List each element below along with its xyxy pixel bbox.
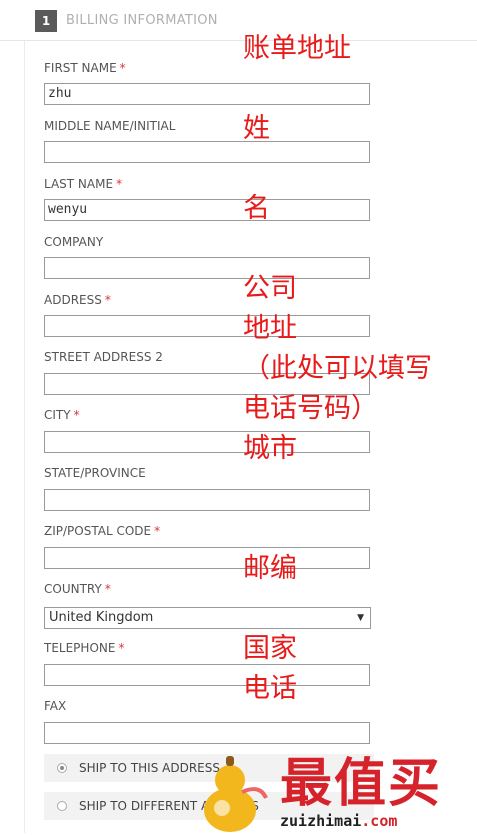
middle-name-label: MIDDLE NAME/INITIAL [44, 119, 176, 133]
watermark-url: zuizhimai.com [280, 812, 398, 830]
section-header[interactable]: 1 BILLING INFORMATION [0, 0, 477, 41]
annotation-street2-line2: 电话号码） [243, 393, 378, 424]
last-name-label: LAST NAME * [44, 177, 123, 191]
annotation-city: 城市 [243, 433, 297, 464]
annotation-first-name: 姓 [243, 113, 270, 144]
annotation-country: 国家 [243, 633, 297, 664]
zip-label: ZIP/POSTAL CODE * [44, 524, 161, 538]
annotation-billing: 账单地址 [243, 33, 351, 64]
zuizhimai-watermark: 最值买 zuizhimai.com [192, 752, 477, 833]
annotation-street2-line1: （此处可以填写 [243, 353, 432, 384]
country-select-value: United Kingdom [49, 610, 154, 625]
telephone-label: TELEPHONE * [44, 641, 125, 655]
street-address-2-label: STREET ADDRESS 2 [44, 350, 163, 364]
country-label: COUNTRY * [44, 582, 111, 596]
company-label: COMPANY [44, 235, 104, 249]
state-input[interactable] [44, 489, 370, 511]
fax-label: FAX [44, 699, 67, 713]
gourd-logo-icon [204, 756, 268, 832]
annotation-telephone: 电话 [243, 673, 297, 704]
telephone-input[interactable] [44, 664, 370, 686]
radio-checked-icon[interactable] [57, 763, 67, 773]
zip-input[interactable] [44, 547, 370, 569]
country-select[interactable]: United Kingdom ▼ [44, 607, 371, 629]
radio-unchecked-icon[interactable] [57, 801, 67, 811]
first-name-label: FIRST NAME * [44, 61, 126, 75]
annotation-address: 地址 [243, 313, 297, 344]
first-name-input[interactable]: zhu [44, 83, 370, 105]
address-label: ADDRESS * [44, 293, 111, 307]
annotation-zip: 邮编 [243, 553, 297, 584]
last-name-input[interactable]: wenyu [44, 199, 370, 221]
address-input[interactable] [44, 315, 370, 337]
company-input[interactable] [44, 257, 370, 279]
annotation-last-name: 名 [243, 193, 270, 224]
section-title: BILLING INFORMATION [66, 13, 218, 28]
fax-input[interactable] [44, 722, 370, 744]
watermark-brand: 最值买 [280, 754, 443, 814]
step-number: 1 [35, 10, 57, 32]
state-label: STATE/PROVINCE [44, 466, 146, 480]
left-border [24, 0, 25, 833]
annotation-company: 公司 [243, 273, 297, 304]
city-input[interactable] [44, 431, 370, 453]
chevron-down-icon: ▼ [357, 613, 364, 623]
city-label: CITY * [44, 408, 80, 422]
middle-name-input[interactable] [44, 141, 370, 163]
